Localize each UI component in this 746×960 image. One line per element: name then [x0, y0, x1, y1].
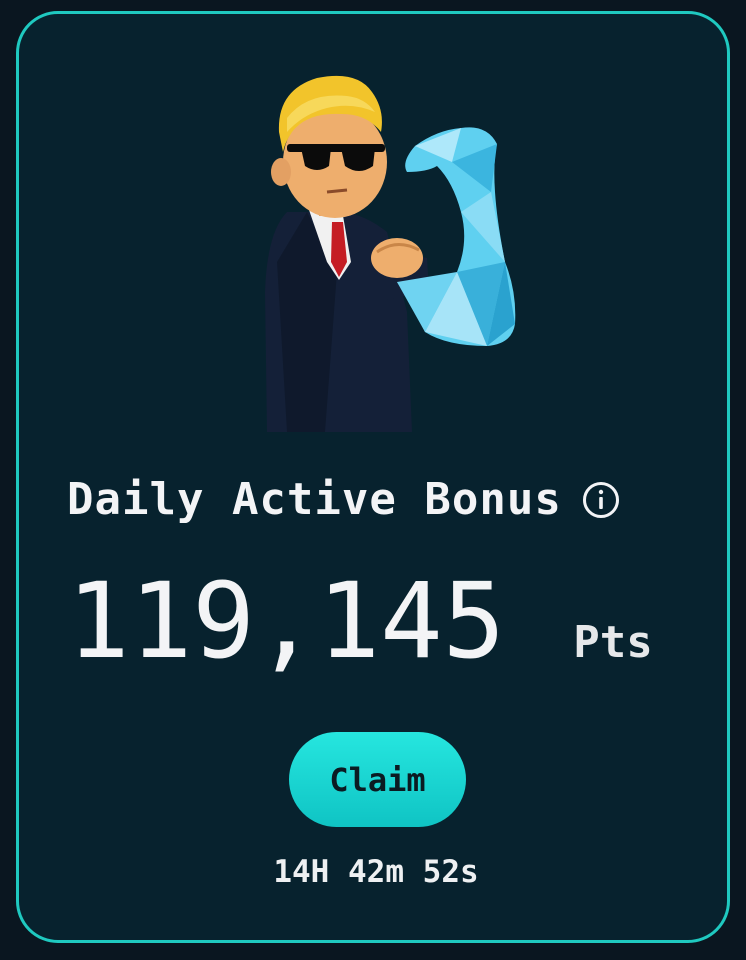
- daily-bonus-card: Daily Active Bonus 119,145 Pts Claim 14H…: [16, 11, 730, 943]
- info-circle-icon[interactable]: [582, 481, 620, 519]
- bonus-title: Daily Active Bonus: [67, 474, 562, 525]
- flexing-businessman-mascot-icon: [265, 75, 516, 432]
- bonus-title-row: Daily Active Bonus: [67, 474, 620, 525]
- claim-button[interactable]: Claim: [289, 732, 466, 827]
- countdown-timer: 14H 42m 52s: [273, 854, 479, 890]
- points-display: 119,145 Pts: [67, 569, 653, 673]
- points-unit: Pts: [573, 617, 653, 668]
- points-value: 119,145: [67, 560, 506, 682]
